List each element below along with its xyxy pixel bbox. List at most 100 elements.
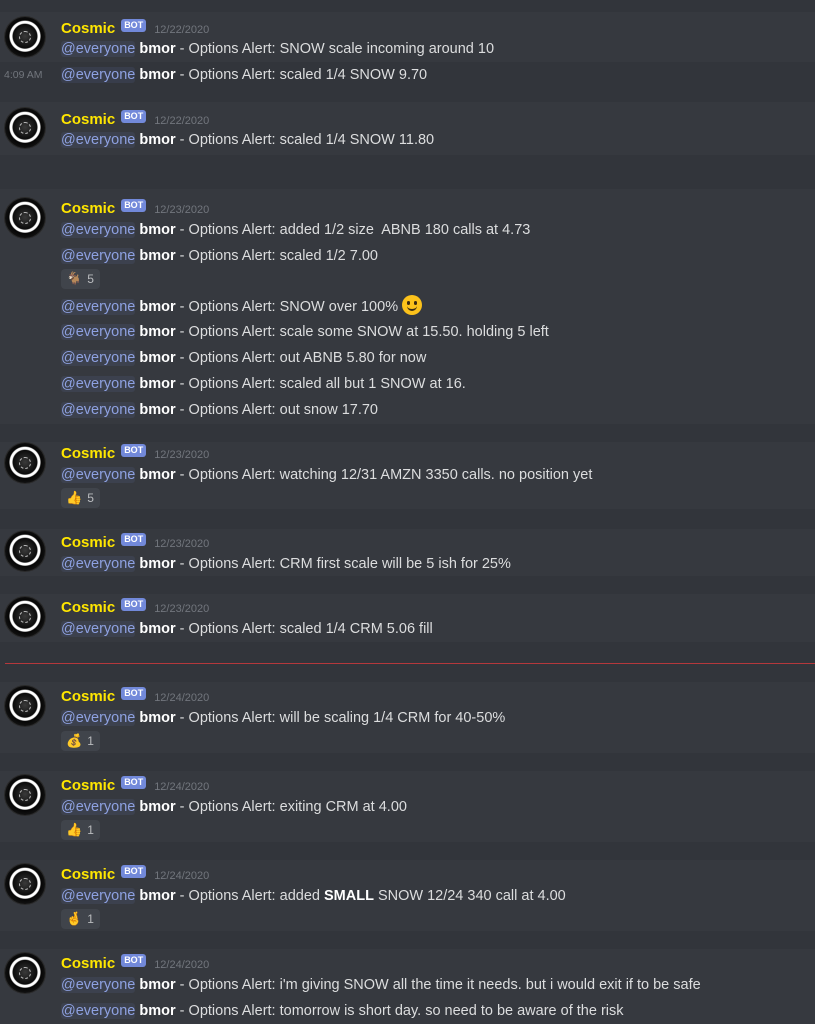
message-gap: [0, 931, 815, 949]
mention[interactable]: @everyone: [61, 467, 136, 483]
avatar[interactable]: [5, 686, 45, 726]
message-text: @everyone bmor - Options Alert: SNOW ove…: [61, 295, 423, 317]
mention[interactable]: @everyone: [61, 248, 136, 264]
mention[interactable]: @everyone: [61, 67, 136, 83]
message-timestamp: 12/24/2020: [154, 692, 210, 704]
author-name[interactable]: Cosmic: [61, 445, 115, 462]
bot-badge: BOT: [121, 199, 147, 212]
bot-badge: BOT: [121, 598, 147, 611]
reaction-button[interactable]: 🐐 5: [61, 269, 100, 289]
avatar[interactable]: [5, 531, 45, 571]
mention[interactable]: @everyone: [61, 299, 136, 315]
reaction-button[interactable]: 👍 1: [61, 820, 100, 840]
sender-name: bmor: [139, 467, 176, 483]
message-timestamp: 12/24/2020: [154, 959, 210, 971]
avatar[interactable]: [5, 17, 45, 57]
mention[interactable]: @everyone: [61, 222, 136, 238]
thumbs-up-icon: 👍: [66, 822, 83, 837]
sender-name: bmor: [139, 299, 176, 315]
author-name[interactable]: Cosmic: [61, 200, 115, 217]
reaction-count: 1: [87, 823, 94, 837]
side-timestamp: 4:09 AM: [4, 69, 43, 81]
avatar[interactable]: [5, 597, 45, 637]
mention[interactable]: @everyone: [61, 376, 136, 392]
reaction-button[interactable]: 👍 5: [61, 488, 100, 508]
message-timestamp: 12/24/2020: [154, 781, 210, 793]
mention[interactable]: @everyone: [61, 888, 136, 904]
message-text: @everyone bmor - Options Alert: out snow…: [61, 402, 378, 418]
mention[interactable]: @everyone: [61, 621, 136, 637]
author-name[interactable]: Cosmic: [61, 111, 115, 128]
bot-badge: BOT: [121, 444, 147, 457]
author-name[interactable]: Cosmic: [61, 599, 115, 616]
avatar[interactable]: [5, 775, 45, 815]
message-header: Cosmic BOT 12/24/2020: [61, 952, 209, 974]
author-name[interactable]: Cosmic: [61, 866, 115, 883]
reaction-count: 5: [87, 272, 94, 286]
message-text: @everyone bmor - Options Alert: watching…: [61, 467, 593, 483]
message-timestamp: 12/24/2020: [154, 870, 210, 882]
reaction-button[interactable]: 🤞 1: [61, 909, 100, 929]
message-header: Cosmic BOT 12/22/2020: [61, 17, 209, 39]
mention[interactable]: @everyone: [61, 402, 136, 418]
message-header: Cosmic BOT 12/23/2020: [61, 531, 209, 553]
message-text: @everyone bmor - Options Alert: i'm givi…: [61, 977, 701, 993]
sender-name: bmor: [139, 222, 176, 238]
message-header: Cosmic BOT 12/23/2020: [61, 442, 209, 464]
bold-text: SMALL: [323, 888, 374, 904]
mention[interactable]: @everyone: [61, 1003, 136, 1019]
sender-name: bmor: [139, 556, 176, 572]
message-timestamp: 12/23/2020: [154, 603, 210, 615]
sender-name: bmor: [139, 376, 176, 392]
sender-name: bmor: [139, 977, 176, 993]
message-gap: [0, 0, 815, 12]
mention[interactable]: @everyone: [61, 41, 136, 57]
sender-name: bmor: [139, 41, 176, 57]
reaction-count: 5: [87, 491, 94, 505]
message-text: @everyone bmor - Options Alert: added 1/…: [61, 222, 531, 238]
message-header: Cosmic BOT 12/24/2020: [61, 774, 209, 796]
message-gap: [0, 509, 815, 529]
avatar[interactable]: [5, 198, 45, 238]
message-header: Cosmic BOT 12/24/2020: [61, 863, 209, 885]
message-gap: [0, 576, 815, 594]
author-name[interactable]: Cosmic: [61, 777, 115, 794]
mention[interactable]: @everyone: [61, 799, 136, 815]
bot-badge: BOT: [121, 19, 147, 32]
message-gap: [0, 155, 815, 189]
author-name[interactable]: Cosmic: [61, 955, 115, 972]
new-messages-divider: [5, 663, 815, 664]
author-name[interactable]: Cosmic: [61, 688, 115, 705]
message-gap: [0, 842, 815, 860]
bot-badge: BOT: [121, 865, 147, 878]
author-name[interactable]: Cosmic: [61, 20, 115, 37]
mention[interactable]: @everyone: [61, 710, 136, 726]
message-header: Cosmic BOT 12/24/2020: [61, 685, 209, 707]
thumbs-up-icon: 👍: [66, 490, 83, 505]
message-text: @everyone bmor - Options Alert: tomorrow…: [61, 1003, 624, 1019]
bot-badge: BOT: [121, 954, 147, 967]
message-text: @everyone bmor - Options Alert: scaled 1…: [61, 621, 433, 637]
sender-name: bmor: [139, 248, 176, 264]
avatar[interactable]: [5, 108, 45, 148]
avatar[interactable]: [5, 953, 45, 993]
sender-name: bmor: [139, 799, 176, 815]
message-gap: [0, 424, 815, 442]
mention[interactable]: @everyone: [61, 350, 136, 366]
message-timestamp: 12/23/2020: [154, 449, 210, 461]
sender-name: bmor: [139, 132, 176, 148]
avatar[interactable]: [5, 864, 45, 904]
mention[interactable]: @everyone: [61, 324, 136, 340]
message-gap: [0, 753, 815, 771]
bot-badge: BOT: [121, 776, 147, 789]
avatar[interactable]: [5, 443, 45, 483]
message-text: @everyone bmor - Options Alert: will be …: [61, 710, 506, 726]
mention[interactable]: @everyone: [61, 556, 136, 572]
bot-badge: BOT: [121, 110, 147, 123]
author-name[interactable]: Cosmic: [61, 534, 115, 551]
goat-icon: 🐐: [66, 271, 83, 286]
reaction-button[interactable]: 💰 1: [61, 731, 100, 751]
mention[interactable]: @everyone: [61, 977, 136, 993]
message-timestamp: 12/23/2020: [154, 204, 210, 216]
mention[interactable]: @everyone: [61, 132, 136, 148]
